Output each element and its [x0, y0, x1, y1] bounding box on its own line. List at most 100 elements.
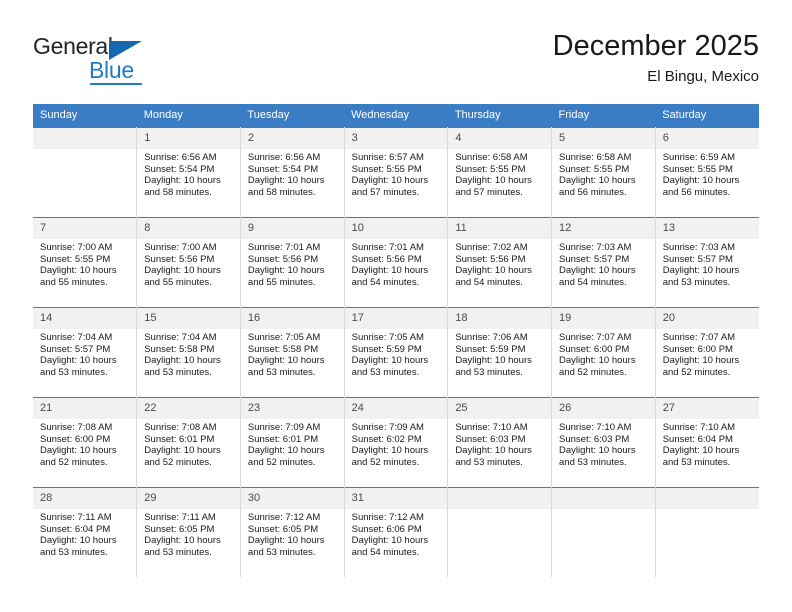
calendar-day-cell[interactable]: 5 Sunrise: 6:58 AM Sunset: 5:55 PM Daylight… — [551, 127, 656, 218]
day-cell-inner: 11 Sunrise: 7:02 AM Sunset: 5:56 PM Dayligh… — [448, 218, 552, 307]
calendar-day-cell[interactable]: 7 Sunrise: 7:00 AM Sunset: 5:55 PM Daylight… — [33, 217, 138, 308]
calendar-day-cell[interactable]: 19 Sunrise: 7:07 AM Sunset: 6:00 PM Dayligh… — [551, 307, 656, 398]
sunrise-time: Sunrise: 7:10 AM — [662, 422, 736, 433]
sunrise-time: Sunrise: 6:58 AM — [455, 152, 528, 163]
sunrise-time: Sunrise: 6:57 AM — [351, 152, 424, 163]
calendar-day-cell[interactable]: 14 Sunrise: 7:04 AM Sunset: 5:57 PM Dayligh… — [33, 307, 138, 398]
calendar-day-cell[interactable]: 31 Sunrise: 7:12 AM Sunset: 6:06 PM Dayligh… — [343, 487, 449, 577]
daylight-duration-line1: Daylight: 10 hours — [40, 355, 117, 367]
sunrise-time: Sunrise: 7:11 AM — [40, 512, 112, 523]
general-blue-logo[interactable]: General Blue — [33, 33, 163, 91]
sunrise-time: Sunrise: 7:10 AM — [455, 422, 528, 433]
day-info: Sunrise: 7:11 AM Sunset: 6:05 PM Daylight:… — [137, 509, 240, 558]
day-number: 9 — [240, 218, 344, 239]
calendar-day-cell[interactable]: 6 Sunrise: 6:59 AM Sunset: 5:55 PM Daylight… — [654, 127, 759, 218]
calendar-day-cell[interactable]: 10 Sunrise: 7:01 AM Sunset: 5:56 PM Dayligh… — [343, 217, 449, 308]
day-number: 6 — [655, 128, 759, 149]
weekday-header-monday: Monday — [136, 104, 241, 128]
calendar-day-cell[interactable]: 21 Sunrise: 7:08 AM Sunset: 6:00 PM Dayligh… — [33, 397, 138, 488]
calendar-day-cell[interactable]: 11 Sunrise: 7:02 AM Sunset: 5:56 PM Dayligh… — [447, 217, 553, 308]
day-number: 29 — [137, 488, 240, 509]
day-cell-inner: 22 Sunrise: 7:08 AM Sunset: 6:01 PM Dayligh… — [137, 398, 240, 487]
sunset-time: Sunset: 5:55 PM — [351, 163, 422, 175]
day-number: 31 — [344, 488, 448, 509]
sunset-time: Sunset: 6:03 PM — [455, 433, 526, 445]
day-info: Sunrise: 7:01 AM Sunset: 5:56 PM Daylight:… — [241, 239, 344, 288]
daylight-duration-line1: Daylight: 10 hours — [662, 175, 740, 187]
calendar-day-cell[interactable]: 4 Sunrise: 6:58 AM Sunset: 5:55 PM Daylight… — [447, 127, 553, 218]
day-number: 16 — [240, 308, 344, 329]
day-number: 11 — [448, 218, 552, 239]
page-title: December 2025 — [552, 30, 759, 62]
daylight-duration-line1: Daylight: 10 hours — [559, 265, 636, 277]
sunset-time: Sunset: 6:04 PM — [662, 433, 733, 445]
calendar-week-row: 28 Sunrise: 7:11 AM Sunset: 6:04 PM Dayligh… — [33, 487, 759, 577]
calendar-day-cell[interactable]: 25 Sunrise: 7:10 AM Sunset: 6:03 PM Dayligh… — [447, 397, 553, 488]
calendar-day-cell[interactable]: 24 Sunrise: 7:09 AM Sunset: 6:02 PM Dayligh… — [343, 397, 449, 488]
daylight-duration-line2: and 53 minutes. — [247, 366, 316, 378]
calendar-day-cell[interactable]: 15 Sunrise: 7:04 AM Sunset: 5:58 PM Dayligh… — [136, 307, 241, 398]
calendar-day-cell[interactable]: 13 Sunrise: 7:03 AM Sunset: 5:57 PM Dayligh… — [654, 217, 759, 308]
calendar-day-cell-empty — [551, 487, 656, 577]
sunset-time: Sunset: 5:55 PM — [455, 163, 526, 175]
day-number: 14 — [33, 308, 137, 329]
weekday-header-tuesday: Tuesday — [240, 104, 345, 128]
calendar-day-cell[interactable]: 2 Sunrise: 6:56 AM Sunset: 5:54 PM Daylight… — [239, 127, 345, 218]
daylight-duration-line1: Daylight: 10 hours — [455, 355, 532, 367]
calendar-day-cell[interactable]: 8 Sunrise: 7:00 AM Sunset: 5:56 PM Daylight… — [136, 217, 241, 308]
daylight-duration-line2: and 52 minutes. — [247, 456, 316, 468]
calendar-day-cell[interactable]: 3 Sunrise: 6:57 AM Sunset: 5:55 PM Daylight… — [343, 127, 449, 218]
calendar-day-cell[interactable]: 9 Sunrise: 7:01 AM Sunset: 5:56 PM Daylight… — [239, 217, 345, 308]
day-number: 27 — [655, 398, 759, 419]
daylight-duration-line2: and 54 minutes. — [559, 276, 627, 288]
daylight-duration-line2: and 53 minutes. — [144, 366, 212, 378]
calendar-day-cell[interactable]: 29 Sunrise: 7:11 AM Sunset: 6:05 PM Dayligh… — [136, 487, 241, 577]
calendar-day-cell[interactable]: 23 Sunrise: 7:09 AM Sunset: 6:01 PM Dayligh… — [239, 397, 345, 488]
day-cell-inner: 3 Sunrise: 6:57 AM Sunset: 5:55 PM Daylight… — [344, 128, 448, 217]
sunrise-time: Sunrise: 7:00 AM — [144, 242, 217, 253]
day-cell-inner: 7 Sunrise: 7:00 AM Sunset: 5:55 PM Daylight… — [33, 218, 137, 307]
daylight-duration-line1: Daylight: 10 hours — [247, 445, 325, 457]
weekday-header-friday: Friday — [551, 104, 656, 128]
daylight-duration-line1: Daylight: 10 hours — [247, 175, 325, 187]
day-info: Sunrise: 6:58 AM Sunset: 5:55 PM Daylight:… — [552, 149, 655, 198]
calendar-day-cell[interactable]: 27 Sunrise: 7:10 AM Sunset: 6:04 PM Dayligh… — [654, 397, 759, 488]
calendar-day-cell[interactable]: 1 Sunrise: 6:56 AM Sunset: 5:54 PM Daylight… — [136, 127, 241, 218]
daylight-duration-line1: Daylight: 10 hours — [559, 445, 636, 457]
sunrise-time: Sunrise: 7:06 AM — [455, 332, 528, 343]
calendar-day-cell[interactable]: 12 Sunrise: 7:03 AM Sunset: 5:57 PM Dayligh… — [551, 217, 656, 308]
calendar-day-cell[interactable]: 20 Sunrise: 7:07 AM Sunset: 6:00 PM Dayligh… — [654, 307, 759, 398]
day-info: Sunrise: 7:10 AM Sunset: 6:03 PM Daylight:… — [448, 419, 551, 468]
day-info: Sunrise: 7:00 AM Sunset: 5:55 PM Daylight:… — [33, 239, 136, 288]
day-number — [552, 488, 655, 509]
weekday-header-saturday: Saturday — [655, 104, 759, 128]
calendar-day-cell[interactable]: 16 Sunrise: 7:05 AM Sunset: 5:58 PM Dayligh… — [239, 307, 345, 398]
calendar-day-cell[interactable]: 26 Sunrise: 7:10 AM Sunset: 6:03 PM Dayligh… — [551, 397, 656, 488]
sunset-time: Sunset: 5:57 PM — [559, 253, 630, 265]
calendar-day-cell[interactable]: 17 Sunrise: 7:05 AM Sunset: 5:59 PM Dayligh… — [343, 307, 449, 398]
calendar-day-cell[interactable]: 30 Sunrise: 7:12 AM Sunset: 6:05 PM Dayligh… — [239, 487, 345, 577]
calendar-header-row: Sunday Monday Tuesday Wednesday Thursday… — [33, 104, 759, 128]
calendar-day-cell[interactable]: 22 Sunrise: 7:08 AM Sunset: 6:01 PM Dayligh… — [136, 397, 241, 488]
day-number: 20 — [655, 308, 759, 329]
day-cell-inner: 8 Sunrise: 7:00 AM Sunset: 5:56 PM Daylight… — [137, 218, 240, 307]
daylight-duration-line1: Daylight: 10 hours — [144, 445, 221, 457]
daylight-duration-line2: and 53 minutes. — [40, 546, 108, 558]
day-number: 22 — [137, 398, 240, 419]
calendar-day-cell[interactable]: 18 Sunrise: 7:06 AM Sunset: 5:59 PM Dayligh… — [447, 307, 553, 398]
sunrise-time: Sunrise: 7:07 AM — [559, 332, 632, 343]
daylight-duration-line1: Daylight: 10 hours — [455, 265, 532, 277]
day-info: Sunrise: 7:09 AM Sunset: 6:01 PM Daylight:… — [241, 419, 344, 468]
sunrise-time: Sunrise: 6:56 AM — [144, 152, 217, 163]
sunset-time: Sunset: 5:56 PM — [455, 253, 526, 265]
day-number: 24 — [344, 398, 448, 419]
daylight-duration-line1: Daylight: 10 hours — [40, 445, 117, 457]
sunrise-time: Sunrise: 7:10 AM — [559, 422, 632, 433]
day-cell-inner: 21 Sunrise: 7:08 AM Sunset: 6:00 PM Dayligh… — [33, 398, 137, 487]
calendar-day-cell[interactable]: 28 Sunrise: 7:11 AM Sunset: 6:04 PM Dayligh… — [33, 487, 138, 577]
day-info: Sunrise: 7:04 AM Sunset: 5:57 PM Daylight:… — [33, 329, 136, 378]
day-number: 5 — [552, 128, 655, 149]
sunrise-time: Sunrise: 7:08 AM — [40, 422, 113, 433]
calendar-page: General Blue December 2025 El Bingu, Mex… — [0, 0, 792, 612]
day-cell-inner: 18 Sunrise: 7:06 AM Sunset: 5:59 PM Dayligh… — [448, 308, 552, 397]
